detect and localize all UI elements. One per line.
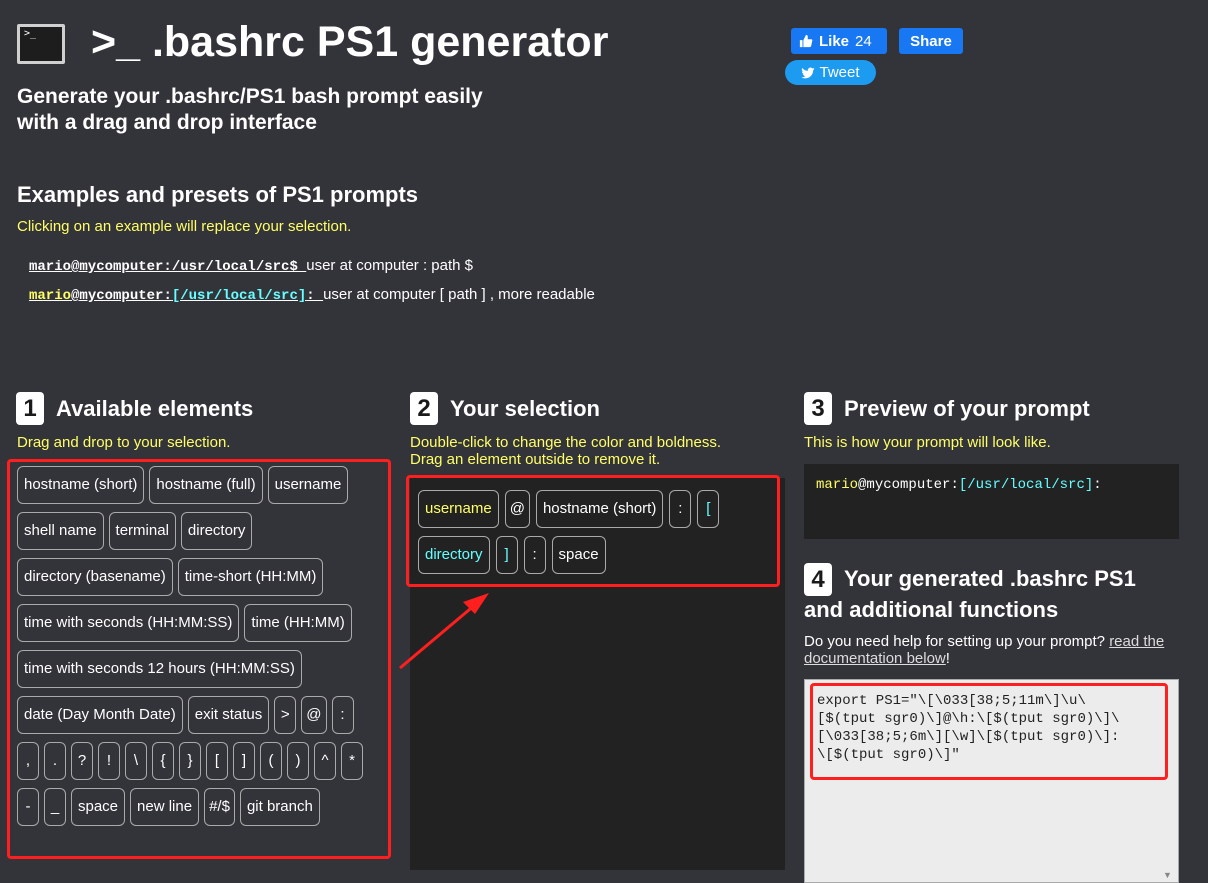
section-1-heading: 1 Available elements [16, 392, 253, 425]
element-chip[interactable]: * [341, 742, 363, 780]
element-chip[interactable]: directory [180, 512, 253, 550]
element-chip[interactable]: space [71, 788, 126, 826]
prompt-preview: mario@mycomputer:[/usr/local/src]: [804, 464, 1179, 539]
thumbs-up-icon [799, 34, 813, 48]
element-chip[interactable]: hostname (full) [149, 466, 263, 504]
example-preset-1[interactable]: mario@mycomputer:/usr/local/src$ user at… [29, 257, 473, 275]
element-chip[interactable]: time (HH:MM) [244, 604, 352, 642]
element-chip[interactable]: ( [260, 742, 282, 780]
section-2-heading: 2 Your selection [410, 392, 600, 425]
element-chip[interactable]: date (Day Month Date) [17, 696, 183, 734]
available-elements-list: hostname (short) hostname (full) username s… [17, 466, 383, 834]
element-chip[interactable]: time with seconds (HH:MM:SS) [17, 604, 240, 642]
element-chip[interactable]: \ [125, 742, 147, 780]
element-chip[interactable]: hostname (short) [17, 466, 145, 504]
element-chip[interactable]: ! [98, 742, 120, 780]
element-chip[interactable]: [ [206, 742, 228, 780]
element-chip[interactable]: - [17, 788, 39, 826]
selected-elements-list: username @ hostname (short): [directory]: sp… [418, 490, 778, 582]
selected-element-chip[interactable]: username [418, 490, 499, 528]
element-chip[interactable]: username [267, 466, 349, 504]
generated-ps1-code[interactable]: export PS1="\[\033[38;5;11m\]\u\ [$(tput… [804, 679, 1179, 883]
element-chip[interactable]: time with seconds 12 hours (HH:MM:SS) [17, 650, 302, 688]
examples-heading: Examples and presets of PS1 prompts [17, 182, 419, 207]
selected-element-chip[interactable]: [ [697, 490, 720, 528]
selected-element-chip[interactable]: : [523, 536, 546, 574]
element-chip[interactable]: new line [130, 788, 200, 826]
element-chip[interactable]: shell name [17, 512, 104, 550]
twitter-bird-icon [801, 67, 816, 78]
element-chip[interactable]: ^ [314, 742, 336, 780]
page-subtitle: Generate your .bashrc/PS1 bash prompt ea… [17, 85, 483, 134]
page-title: >_ .bashrc PS1 generator [91, 18, 609, 66]
selected-element-chip[interactable]: hostname (short) [535, 490, 664, 528]
selected-element-chip[interactable]: space [551, 536, 606, 574]
element-chip[interactable]: { [152, 742, 174, 780]
selected-element-chip[interactable]: @ [504, 490, 530, 528]
section-3-note: This is how your prompt will look like. [804, 434, 1051, 451]
help-text: Do you need help for setting up your pro… [804, 633, 1165, 667]
tweet-button[interactable]: Tweet [785, 60, 876, 85]
selected-element-chip[interactable]: : [669, 490, 692, 528]
element-chip[interactable]: _ [44, 788, 66, 826]
element-chip[interactable]: > [274, 696, 297, 734]
element-chip[interactable]: ? [71, 742, 93, 780]
element-chip[interactable]: ] [233, 742, 255, 780]
section-4-heading: 4 Your generated .bashrc PS1 and additio… [804, 563, 1136, 625]
example-preset-2[interactable]: mario@mycomputer:[/usr/local/src]: user … [29, 286, 595, 304]
element-chip[interactable]: . [44, 742, 66, 780]
facebook-like-button[interactable]: Like 24 [791, 28, 887, 54]
facebook-share-button[interactable]: Share [899, 28, 963, 54]
element-chip[interactable]: , [17, 742, 39, 780]
element-chip[interactable]: ) [287, 742, 309, 780]
element-chip[interactable]: git branch [239, 788, 320, 826]
section-3-heading: 3 Preview of your prompt [804, 392, 1090, 425]
element-chip[interactable]: } [179, 742, 201, 780]
element-chip[interactable]: : [331, 696, 354, 734]
element-chip[interactable]: exit status [187, 696, 270, 734]
terminal-icon: >_ [17, 24, 65, 64]
section-1-note: Drag and drop to your selection. [17, 434, 231, 451]
scroll-down-arrow-icon[interactable]: ▼ [1163, 870, 1172, 880]
examples-note: Clicking on an example will replace your… [17, 218, 352, 235]
section-2-note: Double-click to change the color and bol… [410, 434, 722, 468]
element-chip[interactable]: time-short (HH:MM) [177, 558, 324, 596]
element-chip[interactable]: #/$ [204, 788, 235, 826]
element-chip[interactable]: directory (basename) [17, 558, 173, 596]
selected-element-chip[interactable]: directory [418, 536, 490, 574]
element-chip[interactable]: @ [301, 696, 327, 734]
selected-element-chip[interactable]: ] [495, 536, 518, 574]
element-chip[interactable]: terminal [108, 512, 176, 550]
